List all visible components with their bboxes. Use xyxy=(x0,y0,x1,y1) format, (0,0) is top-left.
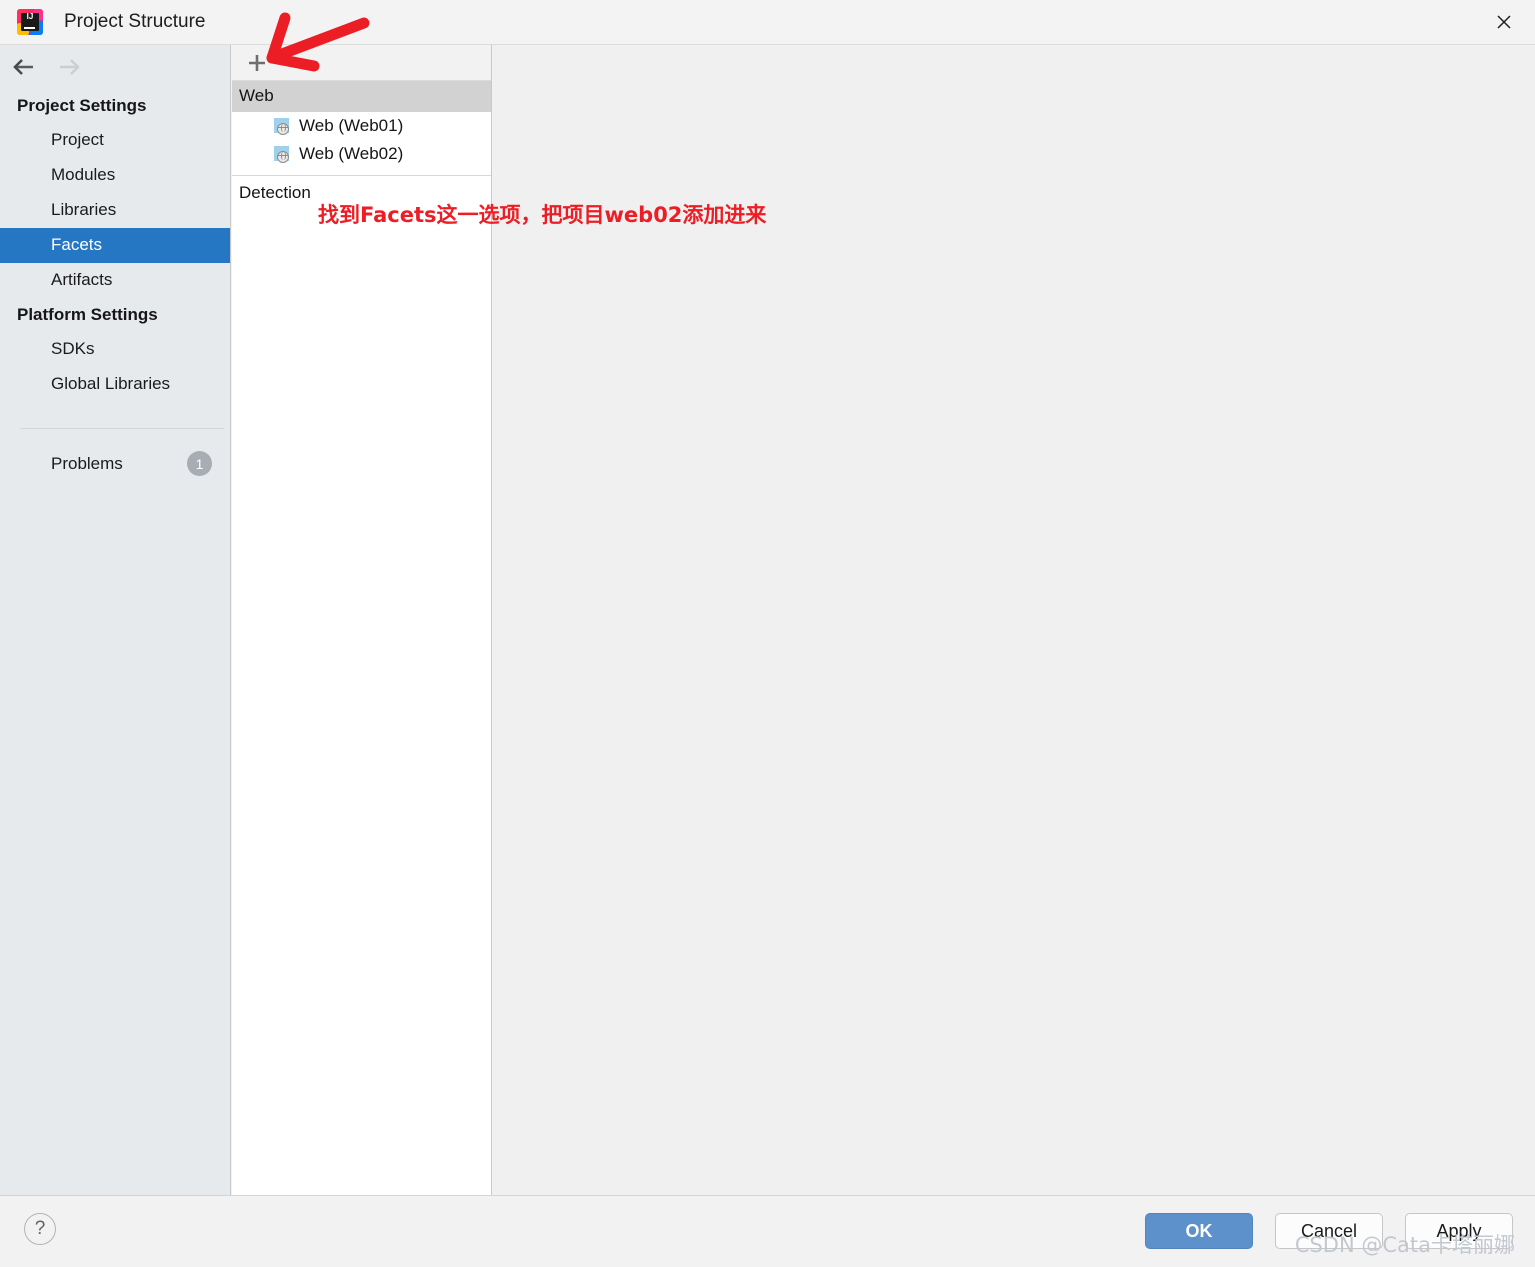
close-icon[interactable] xyxy=(1473,0,1535,44)
sidebar-item-modules[interactable]: Modules xyxy=(0,158,230,193)
status-badge: 1 xyxy=(187,451,212,476)
sidebar-divider xyxy=(20,428,224,429)
intellij-idea-icon: IJ xyxy=(17,9,43,35)
navigation-arrows xyxy=(0,45,230,89)
sidebar-item-facets[interactable]: Facets xyxy=(0,228,230,263)
page-title: Project Structure xyxy=(64,11,206,32)
sidebar-item-problems[interactable]: Problems 1 xyxy=(0,445,230,482)
tree-row-label: Web (Web01) xyxy=(299,116,404,135)
watermark: CSDN @Cata卡塔丽娜 xyxy=(1294,1233,1515,1257)
tree-row-label: Web (Web02) xyxy=(299,144,404,163)
table-row[interactable]: Web (Web01) xyxy=(232,112,491,140)
sidebar-item-global-libraries[interactable]: Global Libraries xyxy=(0,367,230,402)
sidebar-section-project-settings: Project Settings xyxy=(17,96,147,115)
web-facet-icon xyxy=(273,145,291,163)
tree-group-header-web[interactable]: Web xyxy=(232,81,491,112)
tree-toolbar xyxy=(232,45,491,81)
sidebar: Project Settings Project Modules Librari… xyxy=(0,45,231,1195)
sidebar-item-artifacts[interactable]: Artifacts xyxy=(0,263,230,298)
arrow-left-icon[interactable] xyxy=(12,56,38,78)
help-icon[interactable]: ? xyxy=(24,1213,56,1245)
sidebar-item-libraries[interactable]: Libraries xyxy=(0,193,230,228)
plus-icon[interactable] xyxy=(244,50,270,76)
title-bar: IJ Project Structure xyxy=(0,0,1535,45)
table-row[interactable]: Web (Web02) xyxy=(232,140,491,168)
ok-button[interactable]: OK xyxy=(1145,1213,1253,1249)
project-structure-dialog: IJ Project Structure Project Settings Pr… xyxy=(0,0,1535,1267)
web-facet-icon xyxy=(273,117,291,135)
annotation-text: 找到Facets这一选项，把项目web02添加进来 xyxy=(318,203,767,227)
sidebar-item-project[interactable]: Project xyxy=(0,123,230,158)
sidebar-section-platform-settings: Platform Settings xyxy=(17,305,158,324)
arrow-right-icon xyxy=(55,56,81,78)
sidebar-item-sdks[interactable]: SDKs xyxy=(0,332,230,367)
sidebar-item-label: Problems xyxy=(51,453,123,473)
footer-bar: ? OK Cancel Apply CSDN @Cata卡塔丽娜 xyxy=(0,1195,1535,1267)
app-icon-text: IJ xyxy=(26,12,34,21)
